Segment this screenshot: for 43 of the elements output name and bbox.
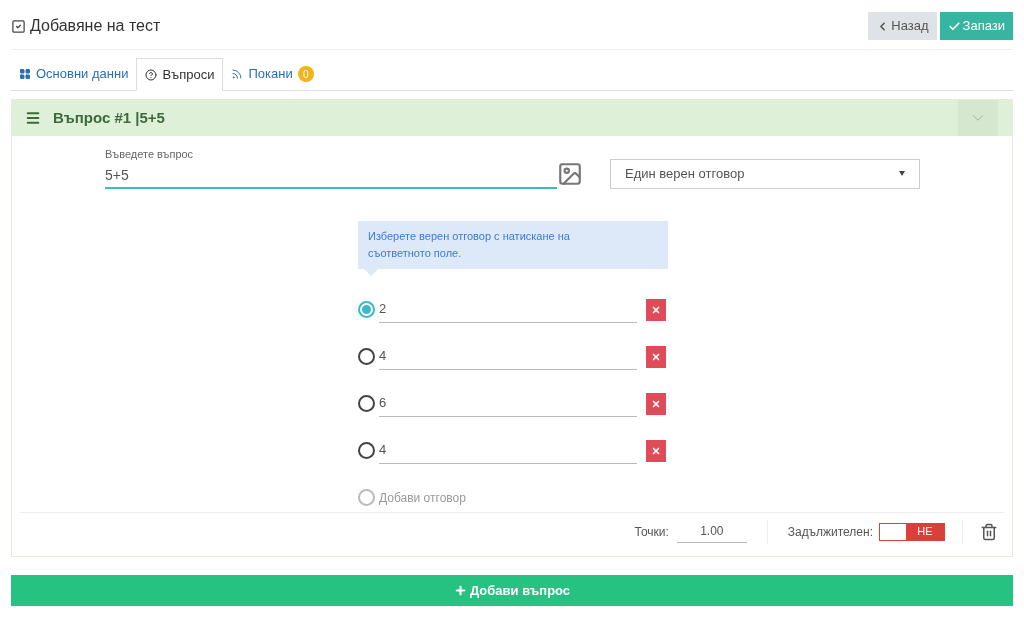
answer-input[interactable]: 4 [379,435,637,464]
radio-button[interactable] [358,300,375,318]
rss-icon [231,68,244,80]
type-select[interactable]: Един верен отговор [610,158,920,189]
trash-icon[interactable] [980,522,998,541]
required-label: Задължителен: [787,523,873,541]
back-button[interactable]: Назад [868,12,937,40]
grid-icon [19,68,31,80]
question-icon [145,68,158,81]
field-label: Въведете въпрос [105,147,195,162]
menu-icon[interactable] [25,110,41,126]
hint-tooltip: Изберете верен отговор с натискане на съответното поле. [358,220,668,269]
delete-answer-button[interactable] [646,298,666,321]
close-icon [651,351,661,362]
close-icon [651,398,661,409]
delete-answer-button[interactable] [646,345,666,368]
tab[interactable]: Покани 0 [223,58,322,90]
tab[interactable]: Въпроси [136,58,224,91]
count-badge: 0 [297,66,314,82]
plus-icon [453,584,467,597]
points-input[interactable]: 1.00 [676,520,747,543]
answer-input[interactable]: 2 [379,294,637,323]
answer-input[interactable]: 4 [379,341,637,370]
close-icon [651,304,661,315]
tooltip-pointer [364,268,378,276]
circle-icon [358,489,375,506]
caret-icon [899,171,905,176]
required-toggle[interactable]: НЕ [879,522,945,541]
delete-answer-button[interactable] [646,439,666,462]
delete-answer-button[interactable] [646,392,666,415]
radio-button[interactable] [358,347,375,365]
radio-button[interactable] [358,441,375,459]
close-icon [651,445,661,456]
page-title: Добавяне на тест [30,16,161,36]
tab[interactable]: Основни данни [11,58,137,90]
checkbox-icon [11,18,26,34]
points-label: Точки: [634,523,669,541]
answer-input[interactable]: 6 [379,388,637,417]
question-input[interactable]: 5+5 [105,162,557,189]
radio-button[interactable] [358,394,375,412]
check-icon [947,19,961,33]
question-title: Въпрос #1 |5+5 [53,107,165,128]
image-icon[interactable] [557,160,583,187]
